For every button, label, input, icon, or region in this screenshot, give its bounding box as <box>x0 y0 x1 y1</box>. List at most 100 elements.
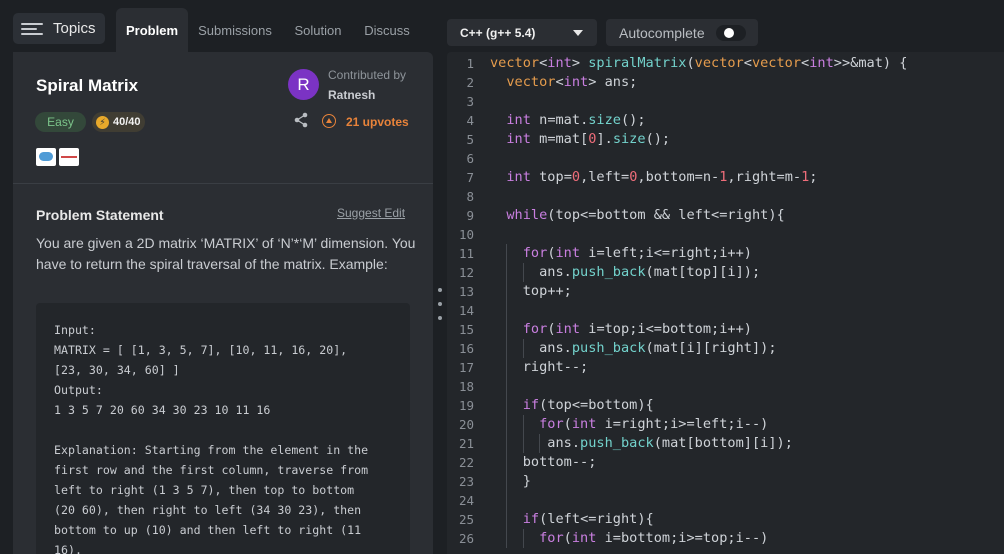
panel-resize-handle[interactable] <box>437 288 443 324</box>
code-line[interactable]: 18 <box>447 377 1004 396</box>
code-line[interactable]: 5 int m=mat[0].size(); <box>447 130 1004 149</box>
indent-guide <box>522 529 524 548</box>
code-line[interactable]: 24 <box>447 491 1004 510</box>
topics-label: Topics <box>53 20 96 37</box>
indent-guide <box>522 263 524 282</box>
line-number: 16 <box>458 341 474 356</box>
code-line[interactable]: 11 for(int i=left;i<=right;i++) <box>447 244 1004 263</box>
bolt-icon: ⚡ <box>96 115 109 129</box>
difficulty-badge: Easy <box>35 112 86 132</box>
code-line[interactable]: 4 int n=mat.size(); <box>447 111 1004 130</box>
app-root: Topics Problem Submissions Solution Disc… <box>0 0 1004 554</box>
indent-guide <box>522 339 524 358</box>
code-line[interactable]: 14 <box>447 301 1004 320</box>
code-line[interactable]: 25 if(left<=right){ <box>447 510 1004 529</box>
line-number: 25 <box>458 512 474 527</box>
line-number: 12 <box>458 265 474 280</box>
code-text[interactable]: vector<int> ans; <box>490 73 637 92</box>
code-text[interactable]: vector<int> spiralMatrix(vector<vector<i… <box>490 54 907 73</box>
code-line[interactable]: 16 ans.push_back(mat[i][right]); <box>447 339 1004 358</box>
code-text[interactable]: } <box>490 472 531 491</box>
example-block: Input: MATRIX = [ [1, 3, 5, 7], [10, 11,… <box>36 303 410 554</box>
problem-panel: Spiral Matrix Easy ⚡ 40/40 R Contributed… <box>13 52 433 554</box>
code-text[interactable]: for(int i=left;i<=right;i++) <box>490 244 752 263</box>
code-text[interactable]: for(int i=bottom;i>=top;i--) <box>490 529 768 548</box>
contributor-name[interactable]: Ratnesh <box>328 88 375 102</box>
code-line[interactable]: 6 <box>447 149 1004 168</box>
line-number: 13 <box>458 284 474 299</box>
code-line[interactable]: 23 } <box>447 472 1004 491</box>
contributed-by-label: Contributed by <box>328 68 407 82</box>
line-number: 14 <box>458 303 474 318</box>
code-text[interactable]: int n=mat.size(); <box>490 111 645 130</box>
line-number: 17 <box>458 360 474 375</box>
avatar[interactable]: R <box>288 69 319 100</box>
suggest-edit-link[interactable]: Suggest Edit <box>337 206 405 220</box>
upvote-icon[interactable] <box>322 114 336 128</box>
autocomplete-label: Autocomplete <box>619 24 705 41</box>
line-number: 20 <box>458 417 474 432</box>
autocomplete-toggle[interactable] <box>716 25 746 41</box>
indent-guide <box>506 244 508 548</box>
code-text[interactable]: if(left<=right){ <box>490 510 654 529</box>
line-number: 22 <box>458 455 474 470</box>
code-line[interactable]: 26 for(int i=bottom;i>=top;i--) <box>447 529 1004 548</box>
points-value: 40/40 <box>113 116 141 128</box>
code-editor[interactable]: 1 vector<int> spiralMatrix(vector<vector<… <box>447 52 1004 554</box>
chevron-down-icon <box>573 30 583 36</box>
language-select[interactable]: C++ (g++ 5.4) <box>447 19 597 46</box>
company-logo <box>59 148 79 166</box>
line-number: 4 <box>466 113 474 128</box>
code-text[interactable]: for(int i=top;i<=bottom;i++) <box>490 320 752 339</box>
line-number: 24 <box>458 493 474 508</box>
code-line[interactable]: 20 for(int i=right;i>=left;i--) <box>447 415 1004 434</box>
code-text[interactable]: while(top<=bottom && left<=right){ <box>490 206 784 225</box>
code-line[interactable]: 22 bottom--; <box>447 453 1004 472</box>
line-number: 15 <box>458 322 474 337</box>
tab-solution[interactable]: Solution <box>286 8 350 52</box>
divider <box>13 183 433 184</box>
share-icon[interactable] <box>293 112 309 128</box>
code-line[interactable]: 10 <box>447 225 1004 244</box>
code-line[interactable]: 7 int top=0,left=0,bottom=n-1,right=m-1; <box>447 168 1004 187</box>
problem-tabs-bar: Topics Problem Submissions Solution Disc… <box>0 0 440 52</box>
problem-title: Spiral Matrix <box>36 76 139 95</box>
code-text[interactable]: if(top<=bottom){ <box>490 396 654 415</box>
code-line[interactable]: 13 top++; <box>447 282 1004 301</box>
points-badge: ⚡ 40/40 <box>92 112 145 132</box>
code-text[interactable]: ans.push_back(mat[i][right]); <box>490 339 776 358</box>
code-line[interactable]: 8 <box>447 187 1004 206</box>
code-line[interactable]: 1 vector<int> spiralMatrix(vector<vector<… <box>447 54 1004 73</box>
code-text[interactable]: for(int i=right;i>=left;i--) <box>490 415 768 434</box>
line-number: 19 <box>458 398 474 413</box>
code-text[interactable]: top++; <box>490 282 572 301</box>
line-number: 10 <box>458 227 474 242</box>
code-line[interactable]: 15 for(int i=top;i<=bottom;i++) <box>447 320 1004 339</box>
line-number: 2 <box>466 75 474 90</box>
indent-guide <box>522 415 524 453</box>
line-number: 11 <box>458 246 474 261</box>
menu-icon <box>21 21 45 37</box>
code-text[interactable]: int top=0,left=0,bottom=n-1,right=m-1; <box>490 168 817 187</box>
tab-discuss[interactable]: Discuss <box>358 8 416 52</box>
code-line[interactable]: 2 vector<int> ans; <box>447 73 1004 92</box>
code-line[interactable]: 17 right--; <box>447 358 1004 377</box>
code-text[interactable]: int m=mat[0].size(); <box>490 130 670 149</box>
code-line[interactable]: 19 if(top<=bottom){ <box>447 396 1004 415</box>
upvote-count[interactable]: 21 upvotes <box>346 115 409 129</box>
line-number: 1 <box>466 56 474 71</box>
language-value: C++ (g++ 5.4) <box>460 25 536 40</box>
line-number: 21 <box>458 436 474 451</box>
code-line[interactable]: 12 ans.push_back(mat[top][i]); <box>447 263 1004 282</box>
code-line[interactable]: 3 <box>447 92 1004 111</box>
tab-problem[interactable]: Problem <box>116 8 188 52</box>
code-text[interactable]: ans.push_back(mat[bottom][i]); <box>490 434 793 453</box>
code-text[interactable]: ans.push_back(mat[top][i]); <box>490 263 760 282</box>
line-number: 5 <box>466 132 474 147</box>
line-number: 7 <box>466 170 474 185</box>
code-line[interactable]: 21 ans.push_back(mat[bottom][i]); <box>447 434 1004 453</box>
topics-button[interactable]: Topics <box>13 13 105 44</box>
code-text[interactable]: right--; <box>490 358 588 377</box>
code-line[interactable]: 9 while(top<=bottom && left<=right){ <box>447 206 1004 225</box>
tab-submissions[interactable]: Submissions <box>192 8 278 52</box>
